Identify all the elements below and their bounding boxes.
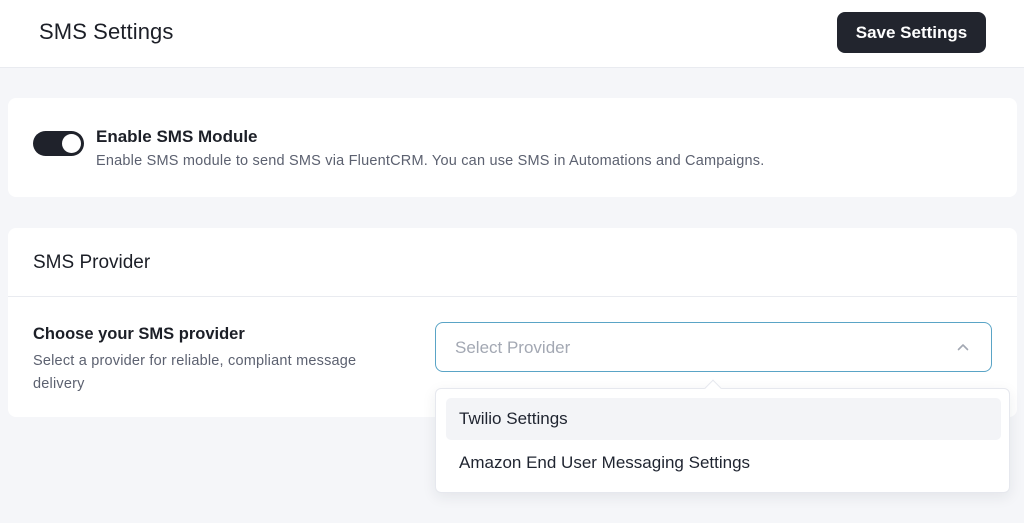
option-amazon-end-user-messaging-settings[interactable]: Amazon End User Messaging Settings: [446, 442, 1001, 484]
toggle-knob: [62, 134, 81, 153]
option-twilio-settings[interactable]: Twilio Settings: [446, 398, 1001, 440]
save-settings-button[interactable]: Save Settings: [837, 12, 986, 53]
provider-select[interactable]: Select Provider: [435, 322, 992, 372]
page-header: SMS Settings Save Settings: [0, 0, 1024, 68]
enable-sms-toggle[interactable]: [33, 131, 84, 156]
section-divider: [8, 296, 1017, 297]
sms-settings-page: SMS Settings Save Settings Enable SMS Mo…: [0, 0, 1024, 523]
provider-select-placeholder: Select Provider: [455, 338, 571, 357]
enable-sms-title: Enable SMS Module: [96, 127, 258, 146]
choose-provider-label: Choose your SMS provider: [33, 325, 245, 343]
sms-provider-heading: SMS Provider: [33, 252, 151, 273]
provider-dropdown: Twilio Settings Amazon End User Messagin…: [435, 379, 1010, 493]
enable-sms-card: Enable SMS Module Enable SMS module to s…: [8, 98, 1017, 197]
page-title: SMS Settings: [39, 19, 174, 44]
chevron-up-icon: [957, 344, 969, 351]
enable-sms-description: Enable SMS module to send SMS via Fluent…: [96, 153, 765, 169]
choose-provider-description: Select a provider for reliable, complian…: [33, 353, 357, 392]
